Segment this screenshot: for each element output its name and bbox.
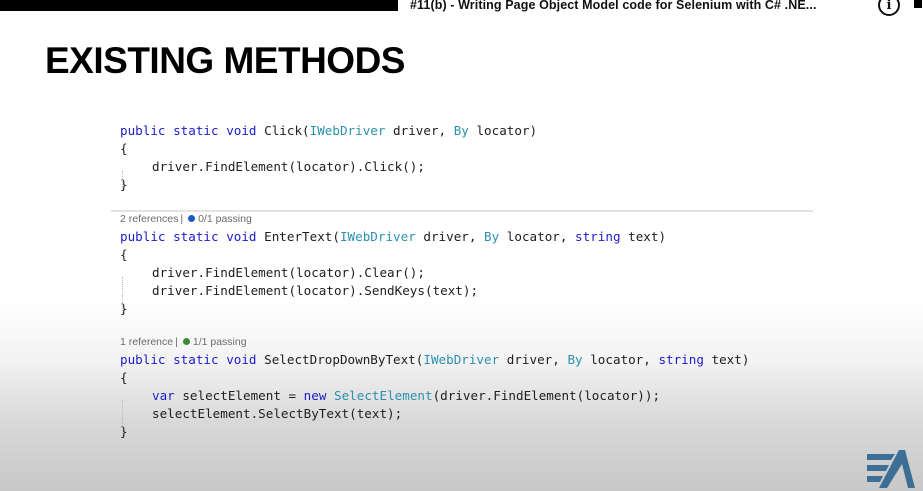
method-signature: public static void Click(IWebDriver driv… bbox=[120, 123, 538, 138]
code-body-line: driver.FindElement(locator).Clear(); bbox=[120, 264, 666, 295]
open-brace: { bbox=[120, 370, 128, 385]
code-body-line: driver.FindElement(locator).Click(); bbox=[120, 158, 537, 189]
close-brace: } bbox=[120, 301, 128, 316]
tests-passing[interactable]: 1/1 passing bbox=[193, 336, 247, 348]
method-signature: public static void EnterText(IWebDriver … bbox=[120, 229, 667, 244]
open-brace: { bbox=[120, 247, 128, 262]
references-count[interactable]: 1 reference bbox=[120, 336, 173, 348]
ea-logo-icon bbox=[867, 450, 915, 488]
references-count[interactable]: 2 references bbox=[120, 213, 178, 225]
codelens[interactable]: 2 references | 0/1 passing bbox=[120, 211, 666, 227]
code-body-line: selectElement.SelectByText(text); bbox=[120, 405, 749, 436]
codelens[interactable]: 1 reference | 1/1 passing bbox=[120, 334, 749, 350]
video-title[interactable]: #11(b) - Writing Page Object Model code … bbox=[410, 0, 817, 12]
method-click: public static void Click(IWebDriver driv… bbox=[120, 122, 537, 194]
method-entertext: 2 references | 0/1 passing public static v… bbox=[120, 211, 666, 318]
close-brace: } bbox=[120, 424, 128, 439]
info-icon[interactable]: i bbox=[878, 0, 900, 16]
test-status-icon bbox=[188, 215, 196, 222]
close-brace: } bbox=[120, 177, 128, 192]
open-brace: { bbox=[120, 141, 128, 156]
tests-passing[interactable]: 0/1 passing bbox=[198, 213, 252, 225]
video-title-bar: #11(b) - Writing Page Object Model code … bbox=[398, 0, 923, 24]
method-signature: public static void SelectDropDownByText(… bbox=[120, 352, 750, 367]
corner-mark bbox=[914, 0, 922, 8]
code-body-line: var selectElement = new SelectElement(dr… bbox=[120, 387, 749, 418]
method-selectdropdownbytext: 1 reference | 1/1 passing public static vo… bbox=[120, 334, 749, 441]
slide-heading: EXISTING METHODS bbox=[45, 40, 405, 81]
test-status-icon bbox=[182, 338, 190, 345]
code-body-line: driver.FindElement(locator).SendKeys(tex… bbox=[120, 282, 666, 313]
